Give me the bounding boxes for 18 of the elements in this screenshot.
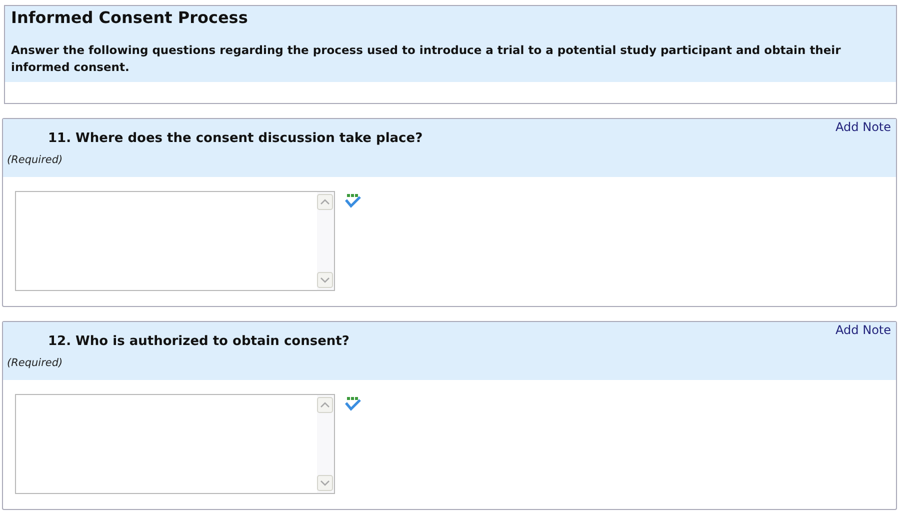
question-text: 12. Who is authorized to obtain consent? [48,334,350,349]
add-note-link[interactable]: Add Note [836,119,891,146]
scroll-down-icon[interactable] [317,475,333,491]
scrollbar[interactable] [317,395,334,493]
spellcheck-icon[interactable] [344,193,362,209]
scroll-up-icon[interactable] [317,397,333,413]
scroll-up-icon[interactable] [317,194,333,210]
spellcheck-icon[interactable] [344,396,362,412]
instructions-text: Answer the following questions regarding the process used to introduce a trial to a potential study participant and obtain their informed consent. [11,42,842,76]
answer-box[interactable] [15,394,335,494]
answer-box[interactable] [15,191,335,291]
required-label: (Required) [7,154,64,166]
section-title: Informed Consent Process [11,8,249,27]
question-text: 11. Where does the consent discussion take place? [48,131,423,146]
add-note-link[interactable]: Add Note [836,322,891,349]
required-label: (Required) [7,357,64,369]
scroll-down-icon[interactable] [317,272,333,288]
scrollbar[interactable] [317,192,334,290]
